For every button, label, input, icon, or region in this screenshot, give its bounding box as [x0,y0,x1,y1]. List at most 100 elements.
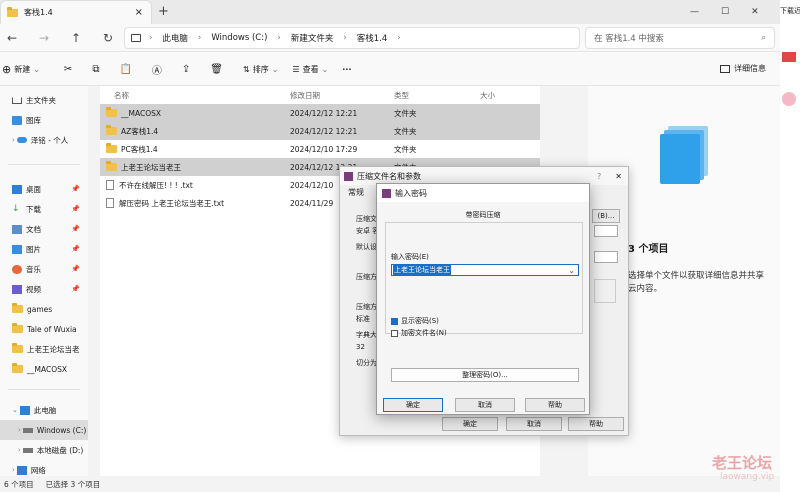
breadcrumb-kezhan[interactable]: 客栈1.4 [357,32,388,44]
archive-ok-button[interactable]: 确定 [442,417,498,431]
monitor-icon [131,34,141,42]
sidebar-item-home[interactable]: 主文件夹 [0,90,88,110]
file-name: AZ客栈1.4 [121,126,159,136]
sidebar-item-label: 本地磁盘 (D:) [36,445,84,455]
checkbox-unchecked-icon [391,329,398,337]
more-options-button[interactable]: ··· [342,65,351,74]
back-arrow-icon[interactable]: ← [0,26,24,50]
column-size[interactable]: 大小 [480,90,495,101]
address-bar[interactable]: › 此电脑 › Windows (C:) › 新建文件夹 › 客栈1.4 › [124,27,580,49]
checkbox-checked-icon [391,317,398,325]
details-button[interactable]: 详细信息 [720,63,766,74]
archive-dialog-close-button[interactable]: ✕ [615,172,622,181]
organize-passwords-button[interactable]: 整理密码(O)... [391,368,579,382]
chevron-right-icon: › [397,33,401,43]
chevron-down-icon[interactable]: ⌄ [568,266,575,275]
cancel-button[interactable]: 取消 [455,398,515,412]
paste-icon[interactable]: 📋 [119,64,131,75]
file-name-cell: PC客栈1.4 [100,143,290,155]
sidebar-item-label: 下载 [26,204,41,214]
profile-dropdown[interactable] [594,251,618,263]
search-input[interactable]: 在 客栈1.4 中搜索 ⌕ [585,27,775,49]
folder-icon [7,6,18,17]
delete-icon[interactable]: 🗑 [210,64,223,75]
archive-cancel-button[interactable]: 取消 [506,417,562,431]
sort-button[interactable]: ⇅ 排序 ⌄ [243,64,278,75]
copy-icon[interactable]: ⧉ [92,64,99,75]
sidebar-item-drive-d[interactable]: › 本地磁盘 (D:) [0,440,88,460]
column-type[interactable]: 类型 [394,90,480,101]
forward-arrow-icon[interactable]: → [32,26,56,50]
table-row[interactable]: __MACOSX 2024/12/12 12:21 文件夹 [100,104,540,122]
details-description: 选择单个文件以获取详细信息并共享云内容。 [628,271,765,294]
refresh-icon[interactable]: ↻ [96,26,120,50]
column-name[interactable]: 名称 [100,90,290,101]
sidebar-item-gallery[interactable]: 图库 [0,110,88,130]
sidebar-item-pictures[interactable]: 图片 📌 [0,239,88,259]
sidebar-item-games[interactable]: games [0,299,88,319]
pin-icon: 📌 [71,225,80,233]
background-window-text: 下载近 [780,7,800,15]
text-file-icon [106,198,114,208]
archive-help-button[interactable]: 帮助 [568,417,624,431]
view-button[interactable]: ☰ 查看 ⌄ [292,64,328,75]
sidebar-item-label: 上老王论坛当老 [27,344,80,354]
tab-close-button[interactable]: × [135,7,143,18]
pin-icon: 📌 [71,285,80,293]
password-input[interactable]: 上老王论坛当老王 ⌄ [391,264,579,276]
sidebar-item-label: 视频 [26,284,41,294]
folder-icon [106,143,117,153]
sidebar-item-this-pc[interactable]: ⌄ 此电脑 [0,400,88,420]
chevron-right-icon: › [12,466,15,474]
new-tab-button[interactable]: + [158,4,169,19]
network-icon [16,465,27,475]
archive-name-dropdown[interactable] [594,225,618,237]
help-button[interactable]: 帮助 [525,398,585,412]
sidebar-item-documents[interactable]: 文档 📌 [0,219,88,239]
breadcrumb-new-folder[interactable]: 新建文件夹 [291,32,334,44]
tab-current[interactable]: 客栈1.4 × [0,0,152,24]
view-icon: ☰ [292,64,300,74]
table-row[interactable]: AZ客栈1.4 2024/12/12 12:21 文件夹 [100,122,540,140]
pin-icon: 📌 [71,265,80,273]
sidebar-item-music[interactable]: 音乐 📌 [0,259,88,279]
sidebar-item-tale-of-wuxia[interactable]: Tale of Wuxia [0,319,88,339]
cut-icon[interactable]: ✂ [64,64,72,75]
column-modified[interactable]: 修改日期 [290,90,394,101]
show-password-checkbox[interactable]: 显示密码(S) [391,316,439,326]
sidebar-item-drive-c[interactable]: › Windows (C:) [0,420,88,440]
file-type: 文件夹 [394,144,417,154]
browse-button[interactable]: (B)... [592,209,620,223]
table-row[interactable]: PC客栈1.4 2024/12/10 17:29 文件夹 [100,140,540,158]
chevron-right-icon: › [18,446,21,454]
up-arrow-icon[interactable]: ↑ [64,26,88,50]
new-button[interactable]: ⊕ 新建 ⌄ [2,63,40,76]
sidebar-item-desktop[interactable]: 桌面 📌 [0,179,88,199]
file-name-cell: 不许在线解压! ! ! .txt [100,180,290,191]
sidebar-item-label: __MACOSX [27,364,68,374]
encrypt-filenames-checkbox[interactable]: 加密文件名(N) [391,328,447,338]
sidebar-item-onedrive[interactable]: › 泽铭 - 个人 [0,130,88,150]
sidebar-item-videos[interactable]: 视频 📌 [0,279,88,299]
tab-general[interactable]: 常规 [348,187,364,198]
breadcrumb-this-pc[interactable]: 此电脑 [162,32,188,44]
navigation-pane: 主文件夹 图库 › 泽铭 - 个人 桌面 📌 ↓ 下载 📌 文档 📌 图片 📌 音乐 📌 视频… [0,86,88,476]
minimize-button[interactable]: — [690,7,699,17]
share-icon[interactable]: ⇪ [182,64,190,75]
rename-icon[interactable]: Ⓐ [152,62,162,77]
sidebar-item-laowang[interactable]: 上老王论坛当老 [0,339,88,359]
gallery-icon [12,115,22,125]
sidebar-item-downloads[interactable]: ↓ 下载 📌 [0,199,88,219]
help-icon[interactable]: ? [597,172,601,181]
ok-button[interactable]: 确定 [383,398,443,412]
close-window-button[interactable]: ✕ [751,7,759,17]
watermark-logo: 老王论坛 [712,454,773,472]
file-name: PC客栈1.4 [121,144,158,154]
sidebar-item-macosx[interactable]: __MACOSX [0,359,88,379]
sort-label: 排序 [252,64,269,74]
breadcrumb-drive-c[interactable]: Windows (C:) [211,33,267,43]
sidebar-item-label: games [27,304,53,314]
archive-dialog-title: 压缩文件名和参数 [357,171,421,181]
sidebar-item-label: Windows (C:) [36,425,87,435]
maximize-button[interactable]: ☐ [721,7,729,17]
